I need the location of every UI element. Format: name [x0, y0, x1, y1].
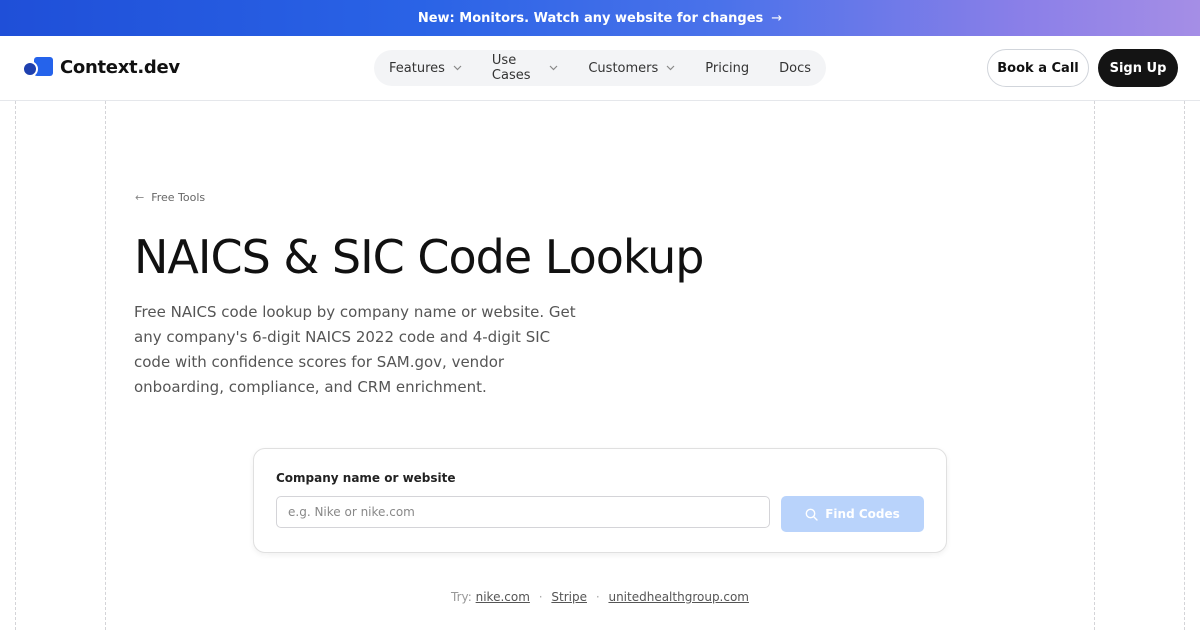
nav-item-label: Customers: [588, 60, 659, 76]
sign-up-button[interactable]: Sign Up: [1098, 49, 1178, 87]
nav-item-features[interactable]: Features: [389, 61, 462, 76]
try-link-unitedhealthgroup[interactable]: unitedhealthgroup.com: [608, 590, 749, 604]
nav-item-label: Pricing: [705, 60, 750, 76]
nav-item-label: Use Cases: [491, 53, 531, 83]
chevron-down-icon: [666, 63, 675, 74]
try-link-stripe[interactable]: Stripe: [551, 590, 587, 604]
guide-line-right-outer: [1184, 101, 1185, 630]
breadcrumb-label: Free Tools: [151, 191, 206, 204]
breadcrumb[interactable]: ← Free Tools: [135, 191, 205, 204]
nav-item-label: Features: [389, 60, 445, 76]
nav-item-label: Docs: [779, 60, 811, 76]
try-examples: Try: nike.com · Stripe · unitedhealthgro…: [0, 590, 1200, 604]
arrow-left-icon: ←: [135, 191, 145, 204]
nav-item-docs[interactable]: Docs: [779, 61, 811, 76]
banner-text: New: Monitors. Watch any website for cha…: [417, 10, 764, 26]
logo-mark-icon: [22, 56, 54, 78]
separator: ·: [595, 590, 600, 604]
page-description: Free NAICS code lookup by company name o…: [134, 303, 576, 396]
try-link-nike[interactable]: nike.com: [476, 590, 530, 604]
chevron-down-icon: [453, 63, 462, 74]
find-codes-label: Find Codes: [825, 507, 900, 521]
nav-item-use-cases[interactable]: Use Cases: [492, 53, 558, 83]
nav-item-pricing[interactable]: Pricing: [705, 61, 749, 76]
site-header: Context.dev Features Use Cases Customers…: [0, 36, 1200, 101]
guide-line-right-inner: [1094, 101, 1095, 630]
page-title: NAICS & SIC Code Lookup: [134, 230, 704, 284]
book-call-button[interactable]: Book a Call: [987, 49, 1089, 87]
logo-text: Context.dev: [60, 56, 180, 78]
search-icon: [805, 508, 818, 521]
arrow-right-icon: →: [771, 10, 783, 26]
try-prefix: Try:: [451, 590, 472, 604]
logo[interactable]: Context.dev: [22, 56, 180, 78]
main-nav: Features Use Cases Customers Pricing Doc…: [374, 50, 826, 86]
separator: ·: [538, 590, 543, 604]
guide-line-left-outer: [15, 101, 16, 630]
search-label: Company name or website: [276, 471, 456, 485]
nav-item-customers[interactable]: Customers: [588, 61, 675, 76]
guide-line-left-inner: [105, 101, 106, 630]
announcement-banner[interactable]: New: Monitors. Watch any website for cha…: [0, 0, 1200, 36]
lookup-card: Company name or website Find Codes: [253, 448, 947, 553]
chevron-down-icon: [549, 63, 558, 74]
find-codes-button[interactable]: Find Codes: [781, 496, 924, 532]
company-search-input[interactable]: [276, 496, 770, 528]
